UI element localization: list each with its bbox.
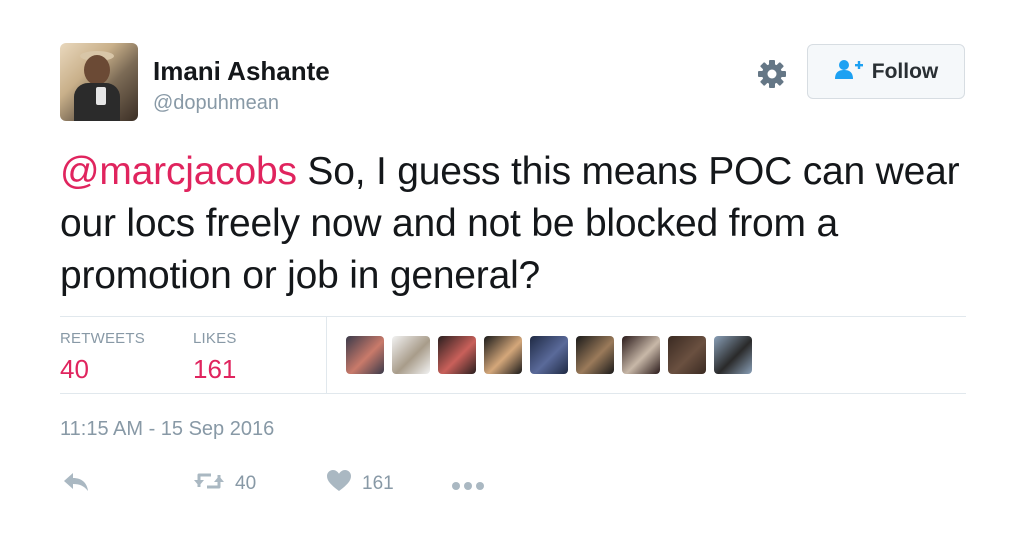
tweet-text: @marcjacobs So, I guess this means POC c… xyxy=(60,146,960,302)
liker-avatar[interactable] xyxy=(438,336,476,374)
avatar-head xyxy=(84,55,110,85)
avatar-phone xyxy=(96,87,106,105)
user-name[interactable]: Imani Ashante xyxy=(153,56,330,87)
liker-avatar[interactable] xyxy=(530,336,568,374)
likes-count[interactable]: 161 xyxy=(193,354,236,385)
like-action-count: 161 xyxy=(362,472,394,494)
liker-avatar[interactable] xyxy=(576,336,614,374)
heart-icon xyxy=(326,469,352,498)
more-dots-icon xyxy=(451,478,485,496)
gear-icon[interactable] xyxy=(756,58,788,90)
tweet-timestamp[interactable]: 11:15 AM - 15 Sep 2016 xyxy=(60,418,274,441)
retweet-action-count: 40 xyxy=(235,472,257,494)
likes-label[interactable]: LIKES xyxy=(193,330,237,347)
liker-avatar[interactable] xyxy=(484,336,522,374)
follow-button[interactable]: Follow xyxy=(807,44,965,99)
divider-vertical xyxy=(326,317,327,393)
liker-avatars xyxy=(346,336,752,374)
like-button[interactable]: 161 xyxy=(326,469,394,498)
avatar[interactable] xyxy=(60,43,138,121)
tweet-mention[interactable]: @marcjacobs xyxy=(60,150,297,193)
liker-avatar[interactable] xyxy=(392,336,430,374)
reply-icon xyxy=(62,469,90,498)
retweets-count[interactable]: 40 xyxy=(60,354,89,385)
liker-avatar[interactable] xyxy=(346,336,384,374)
liker-avatar[interactable] xyxy=(622,336,660,374)
divider-top xyxy=(60,316,966,317)
retweet-icon xyxy=(193,469,225,498)
liker-avatar[interactable] xyxy=(668,336,706,374)
retweet-button[interactable]: 40 xyxy=(193,469,256,498)
retweets-label[interactable]: RETWEETS xyxy=(60,330,145,347)
reply-button[interactable] xyxy=(62,469,90,498)
follow-label: Follow xyxy=(871,59,939,83)
more-button[interactable] xyxy=(451,478,485,496)
liker-avatar[interactable] xyxy=(714,336,752,374)
follow-person-plus-icon xyxy=(834,58,864,85)
user-handle[interactable]: @dopuhmean xyxy=(153,92,279,115)
divider-bottom xyxy=(60,393,966,394)
